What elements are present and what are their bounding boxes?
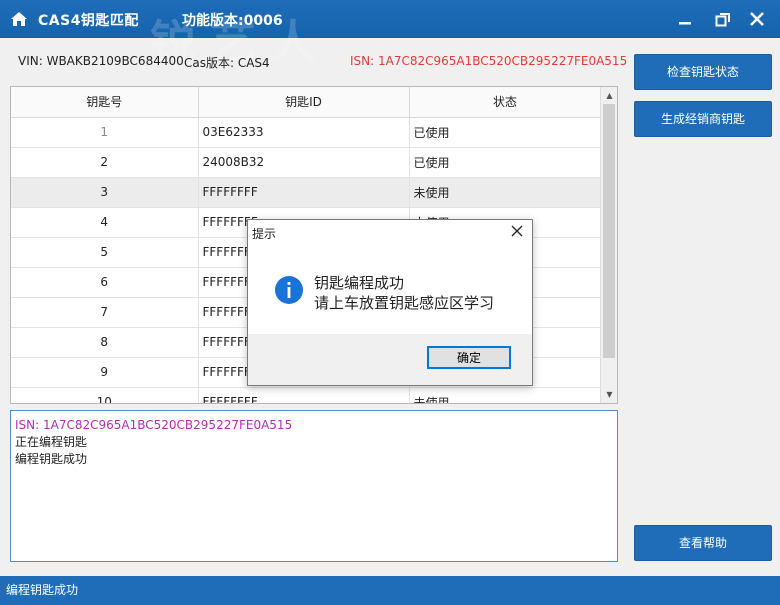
key-status: 已使用: [409, 147, 602, 178]
header-status[interactable]: 状态: [409, 87, 602, 118]
dialog-message-line: 钥匙编程成功: [314, 274, 405, 292]
key-number: 4: [11, 207, 199, 238]
title-bar: CAS4钥匙匹配 功能版本:0006 锐艺人: [0, 0, 780, 69]
dialog-close-icon[interactable]: [510, 224, 524, 238]
table-header: 钥匙号 钥匙ID 状态: [11, 87, 602, 118]
home-icon[interactable]: [10, 10, 28, 28]
key-id: FFFFFFFF: [198, 177, 410, 208]
table-row-selected[interactable]: 3 FFFFFFFF 未使用: [11, 177, 602, 208]
table-row[interactable]: 1 03E62333 已使用: [11, 117, 602, 148]
vin-label: VIN: WBAKB2109BC684400: [18, 54, 184, 68]
dialog-title: 提示: [252, 227, 277, 241]
scroll-down-icon[interactable]: ▼: [601, 386, 617, 403]
minimize-icon[interactable]: [676, 10, 694, 28]
header-key-id[interactable]: 钥匙ID: [198, 87, 410, 118]
table-scrollbar[interactable]: ▲ ▼: [600, 87, 617, 403]
app-title: CAS4钥匙匹配: [38, 13, 139, 29]
key-number: 5: [11, 237, 199, 268]
check-key-status-button[interactable]: 检查钥匙状态: [634, 54, 772, 90]
info-icon: [275, 276, 303, 304]
key-number: 1: [11, 117, 199, 148]
key-id: FFFFFFFF: [198, 387, 410, 403]
isn-label: ISN: 1A7C82C965A1BC520CB295227FE0A515: [350, 54, 628, 68]
generate-dealer-key-button[interactable]: 生成经销商钥匙: [634, 101, 772, 137]
key-number: 7: [11, 297, 199, 328]
key-status: 未使用: [409, 177, 602, 208]
dialog-message-line: 请上车放置钥匙感应区学习: [314, 294, 495, 312]
log-output[interactable]: ISN: 1A7C82C965A1BC520CB295227FE0A515 正在…: [10, 410, 618, 562]
table-row[interactable]: 10 FFFFFFFF 未使用: [11, 387, 602, 403]
dialog-footer: 确定: [248, 334, 532, 385]
key-number: 8: [11, 327, 199, 358]
scroll-up-icon[interactable]: ▲: [601, 87, 617, 104]
log-line: 编程钥匙成功: [15, 452, 88, 466]
key-status: 未使用: [409, 387, 602, 403]
key-status: 已使用: [409, 117, 602, 148]
key-id: 24008B32: [198, 147, 410, 178]
scrollbar-thumb[interactable]: [603, 104, 615, 358]
key-number: 9: [11, 357, 199, 388]
version-label: 功能版本:0006: [182, 13, 283, 29]
key-id: 03E62333: [198, 117, 410, 148]
close-icon[interactable]: [748, 10, 766, 28]
key-number: 6: [11, 267, 199, 298]
key-number: 2: [11, 147, 199, 178]
dialog-message: 钥匙编程成功 请上车放置钥匙感应区学习: [314, 273, 494, 313]
restore-icon[interactable]: [714, 10, 732, 28]
key-number: 3: [11, 177, 199, 208]
table-row[interactable]: 2 24008B32 已使用: [11, 147, 602, 178]
status-bar: 编程钥匙成功: [0, 576, 780, 605]
log-line: ISN: 1A7C82C965A1BC520CB295227FE0A515: [15, 418, 293, 432]
log-line: 正在编程钥匙: [15, 435, 88, 449]
help-button[interactable]: 查看帮助: [634, 525, 772, 561]
message-dialog: 提示 钥匙编程成功 请上车放置钥匙感应区学习 确定: [247, 219, 533, 386]
key-number: 10: [11, 387, 199, 403]
cas-version-label: Cas版本: CAS4: [184, 56, 270, 70]
ok-button[interactable]: 确定: [427, 346, 511, 369]
header-key-number[interactable]: 钥匙号: [11, 87, 199, 118]
